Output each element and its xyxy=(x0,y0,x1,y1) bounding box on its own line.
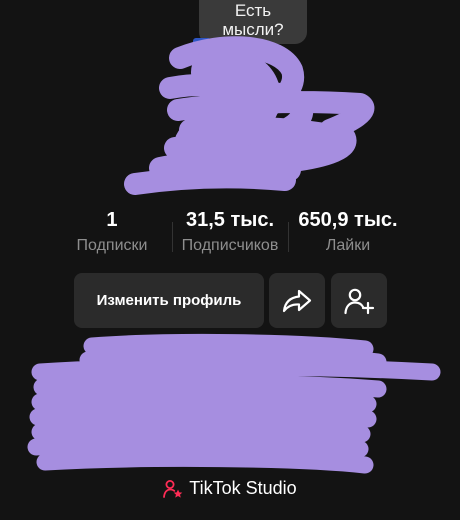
stat-followers-value: 31,5 тыс. xyxy=(185,209,275,231)
stat-followers-label: Подписчиков xyxy=(181,237,279,254)
add-person-icon xyxy=(344,288,375,314)
redaction-bio xyxy=(27,333,441,474)
tiktok-studio-label: TikTok Studio xyxy=(189,478,297,498)
tiktok-studio-link[interactable]: TikTok Studio xyxy=(0,478,460,499)
edit-profile-button[interactable]: Изменить профиль xyxy=(74,273,264,328)
stat-following-value: 1 xyxy=(106,209,118,231)
profile-stats: 1 Подписки 31,5 тыс. Подписчиков 650,9 т… xyxy=(0,207,460,263)
share-arrow-icon xyxy=(282,289,312,312)
stats-divider xyxy=(172,222,173,252)
thoughts-line-2: мысли? xyxy=(222,20,284,39)
thoughts-line-1: Есть xyxy=(234,1,272,20)
person-star-icon xyxy=(163,479,183,498)
redaction-avatar xyxy=(124,36,375,195)
thoughts-bubble[interactable]: Есть мысли? xyxy=(199,0,307,44)
stat-followers[interactable]: 31,5 тыс. Подписчиков xyxy=(182,207,279,255)
stat-following-label: Подписки xyxy=(76,237,148,254)
avatar-edge xyxy=(193,38,211,46)
share-profile-button[interactable] xyxy=(269,273,325,328)
stat-likes[interactable]: 650,9 тыс. Лайки xyxy=(298,207,397,255)
stat-likes-value: 650,9 тыс. xyxy=(298,209,398,231)
stat-likes-label: Лайки xyxy=(325,237,371,254)
redaction-avatar-core xyxy=(181,47,281,164)
stats-divider xyxy=(288,222,289,252)
add-friend-button[interactable] xyxy=(331,273,387,328)
edit-profile-label: Изменить профиль xyxy=(96,292,242,309)
stat-following[interactable]: 1 Подписки xyxy=(77,207,148,255)
